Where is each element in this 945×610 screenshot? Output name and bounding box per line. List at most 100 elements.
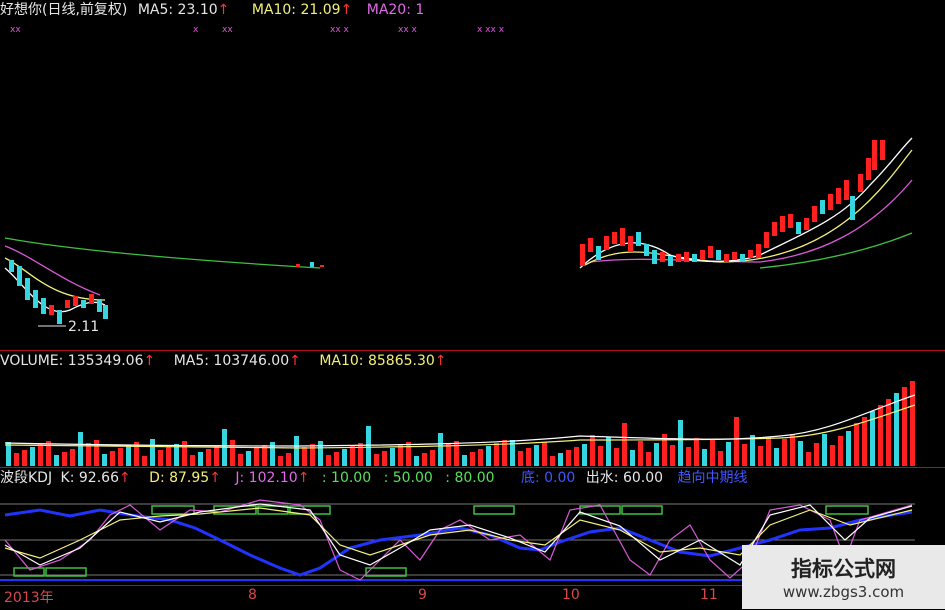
- volume-bar: [766, 437, 771, 466]
- kdj-j-arrow: ↑: [297, 470, 310, 486]
- svg-text:x xx x: x xx x: [477, 25, 505, 35]
- axis-label-sep: 9: [418, 587, 427, 603]
- volume-bar: [606, 437, 611, 466]
- volume-bar: [702, 449, 707, 466]
- volume-bar: [726, 442, 731, 466]
- volume-bar: [838, 436, 843, 466]
- kdj-d-label: D: 87.95: [149, 470, 210, 486]
- volume-bar: [110, 451, 115, 466]
- volume-bar: [550, 456, 555, 466]
- volume-bar: [910, 381, 915, 466]
- volume-bar: [238, 454, 243, 466]
- watermark-url: www.zbgs3.com: [782, 583, 905, 601]
- watermark-box: 指标公式网 www.zbgs3.com: [742, 545, 945, 609]
- svg-text:xx x: xx x: [398, 25, 418, 35]
- ma10-label: MA10: 21.09: [251, 2, 341, 18]
- candles-right: [580, 140, 885, 266]
- volume-bar: [742, 444, 747, 466]
- volume-bar: [894, 393, 899, 466]
- volume-bar: [78, 432, 83, 466]
- volume-bar: [758, 446, 763, 466]
- volume-bar: [398, 445, 403, 466]
- volume-bar: [566, 450, 571, 466]
- volume-bar: [486, 446, 491, 466]
- volume-bar: [350, 446, 355, 466]
- volume-bar: [286, 453, 291, 466]
- volume-ma5-label: MA5: 103746.00: [173, 353, 290, 369]
- volume-bar: [246, 451, 251, 466]
- volume-bar: [158, 450, 163, 466]
- kdj-trend-label: 趋向中期线: [677, 470, 748, 486]
- volume-bar: [142, 456, 147, 466]
- kdj-bottom-label: 底: 0.00: [520, 470, 576, 486]
- volume-bar: [190, 455, 195, 466]
- volume-bar: [886, 399, 891, 466]
- volume-bar: [22, 450, 27, 466]
- volume-bar: [670, 445, 675, 466]
- volume-bar: [390, 448, 395, 466]
- kdj-line-80: : 80.00: [445, 470, 495, 486]
- price-chart[interactable]: xx x xx xx x xx xx xx x 2.11: [0, 20, 945, 350]
- svg-text:xx: xx: [222, 25, 233, 35]
- volume-bar: [302, 447, 307, 466]
- kdj-j-label: J: 102.10: [235, 470, 298, 486]
- svg-text:x: x: [193, 25, 199, 35]
- volume-chart[interactable]: [0, 370, 945, 467]
- kdj-line-50: : 50.00: [383, 470, 433, 486]
- volume-header: VOLUME: 135349.06↑ MA5: 103746.00↑ MA10:…: [0, 353, 447, 369]
- volume-bar: [878, 405, 883, 466]
- volume-bar: [694, 438, 699, 466]
- volume-bar: [198, 452, 203, 466]
- volume-bar: [782, 439, 787, 466]
- axis-label-2013: 2013年: [4, 590, 54, 606]
- volume-bar: [654, 443, 659, 466]
- volume-bar: [598, 446, 603, 466]
- volume-bar: [534, 445, 539, 466]
- volume-bar: [558, 453, 563, 466]
- volume-bar: [14, 453, 19, 466]
- volume-bar: [822, 434, 827, 466]
- volume-bar: [374, 454, 379, 466]
- ma60-line-left: [4, 237, 321, 269]
- volume-ma10-line: [4, 404, 916, 449]
- low-price-label: 2.11: [68, 319, 99, 335]
- stock-title[interactable]: 好想你(日线,前复权): [0, 2, 127, 18]
- volume-bar: [574, 447, 579, 466]
- volume-ma10-arrow: ↑: [434, 353, 447, 369]
- axis-label-aug: 8: [248, 587, 257, 603]
- ma60-line-right: [759, 232, 913, 269]
- ma10-line-right: [584, 149, 913, 266]
- kdj-k-arrow: ↑: [118, 470, 131, 486]
- volume-bar: [478, 449, 483, 466]
- volume-bar: [710, 440, 715, 466]
- volume-bar: [206, 449, 211, 466]
- volume-bar: [62, 452, 67, 466]
- volume-bar: [150, 439, 155, 466]
- volume-bars: [6, 381, 915, 466]
- volume-bar: [718, 451, 723, 466]
- volume-bar: [438, 433, 443, 466]
- ma20-label: MA20: 1: [366, 2, 425, 18]
- volume-bar: [470, 452, 475, 466]
- volume-bar: [614, 448, 619, 466]
- volume-bar: [294, 436, 299, 466]
- volume-bar: [814, 443, 819, 466]
- volume-label: VOLUME: 135349.06: [0, 353, 144, 369]
- volume-bar: [790, 434, 795, 466]
- ma5-label: MA5: 23.10: [137, 2, 218, 18]
- volume-bar: [526, 448, 531, 466]
- volume-bar: [278, 456, 283, 466]
- kdj-exit-label: 出水: 60.00: [585, 470, 664, 486]
- volume-bar: [630, 450, 635, 466]
- volume-bar: [542, 442, 547, 466]
- kdj-k-label: K: 92.66: [60, 470, 119, 486]
- kdj-header: 波段KDJ K: 92.66↑ D: 87.95↑ J: 102.10↑ : 1…: [0, 470, 747, 486]
- volume-bar: [214, 446, 219, 466]
- volume-bar: [454, 441, 459, 466]
- watermark-title: 指标公式网: [791, 557, 896, 581]
- kdj-name: 波段KDJ: [0, 470, 53, 486]
- price-header: 好想你(日线,前复权) MA5: 23.10↑ MA10: 21.09↑ MA2…: [0, 2, 424, 18]
- divider-volume-kdj: [0, 467, 945, 468]
- volume-bar: [446, 444, 451, 466]
- volume-bar: [518, 451, 523, 466]
